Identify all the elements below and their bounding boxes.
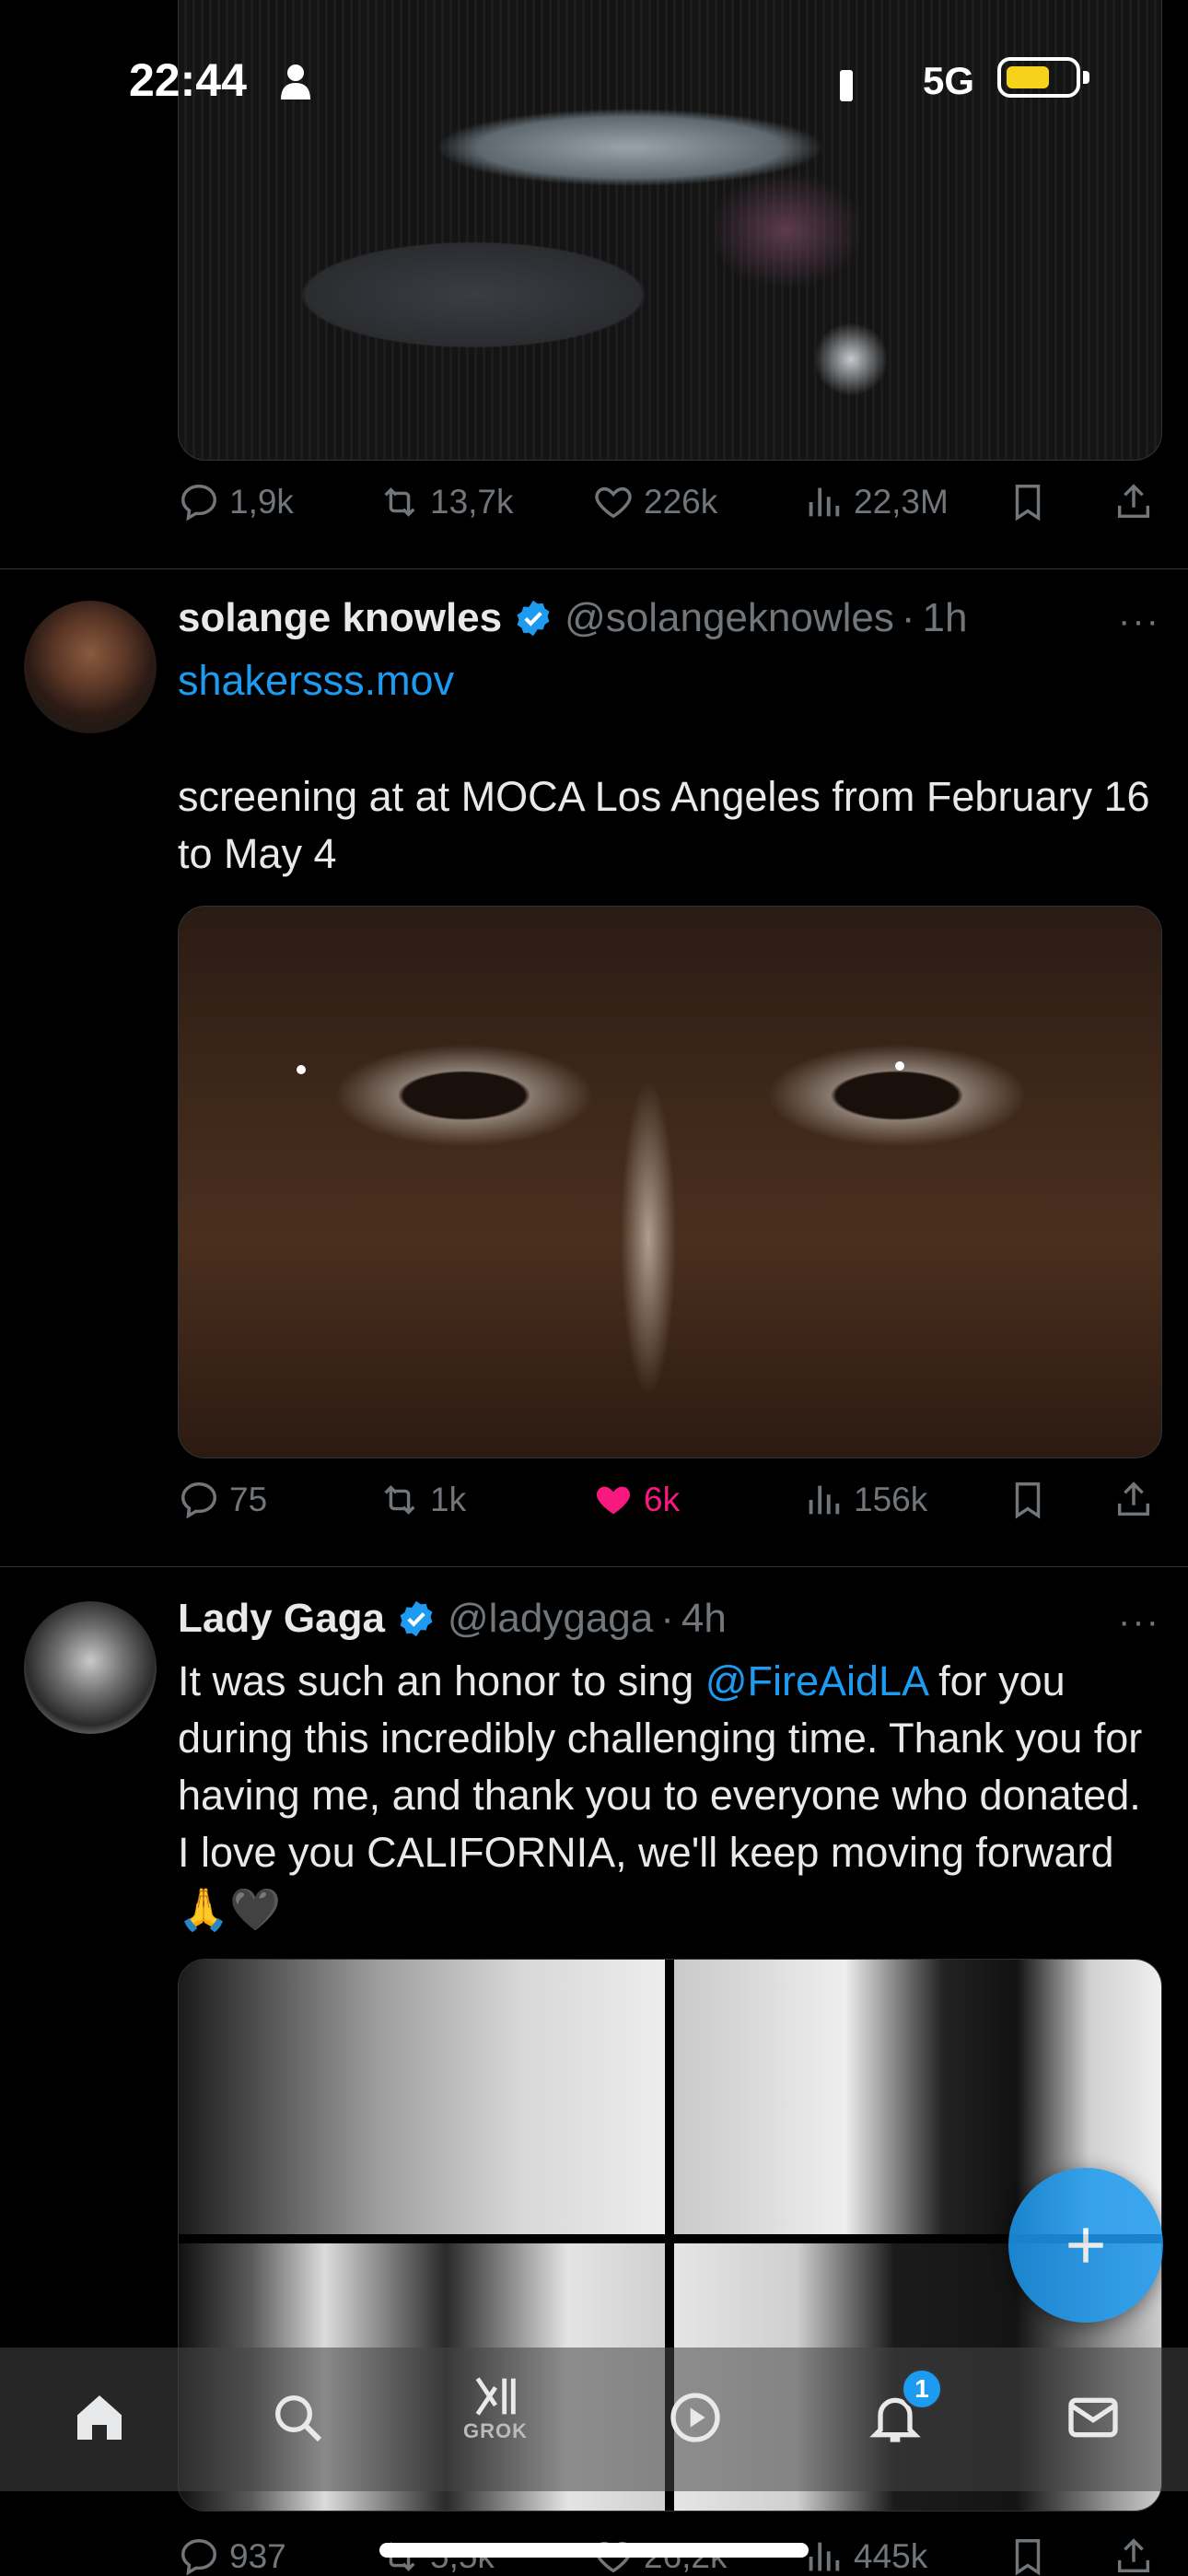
views-button[interactable]: 156k bbox=[802, 1479, 927, 1521]
post-time[interactable]: 4h bbox=[681, 1596, 727, 1642]
avatar[interactable] bbox=[24, 601, 157, 733]
home-indicator[interactable] bbox=[379, 2543, 809, 2558]
tweet-media-image[interactable] bbox=[178, 906, 1162, 1458]
reply-button[interactable]: 75 bbox=[178, 1479, 267, 1521]
tweet-header: Lady Gaga @ladygaga · 4h bbox=[178, 1596, 727, 1642]
nav-home[interactable] bbox=[63, 2381, 136, 2454]
author-handle[interactable]: @solangeknowles bbox=[565, 595, 894, 641]
views-button[interactable]: 445k bbox=[802, 2535, 927, 2576]
views-button[interactable]: 22,3M bbox=[802, 481, 949, 523]
share-button[interactable] bbox=[1112, 2535, 1155, 2576]
retweet-button[interactable]: 13,7k bbox=[379, 481, 514, 523]
like-count: 226k bbox=[644, 483, 718, 521]
author-name[interactable]: solange knowles bbox=[178, 595, 502, 641]
home-icon bbox=[77, 2395, 122, 2440]
reply-count: 75 bbox=[229, 1481, 268, 1518]
views-count: 445k bbox=[854, 2537, 928, 2575]
more-options-icon[interactable]: ··· bbox=[1118, 1601, 1160, 1643]
retweet-icon bbox=[384, 487, 415, 517]
like-button[interactable]: 6k bbox=[592, 1479, 680, 1521]
tweet-header: solange knowles @solangeknowles · 1h bbox=[178, 595, 967, 641]
mail-icon bbox=[1068, 2397, 1118, 2438]
share-button[interactable] bbox=[1112, 481, 1155, 523]
bottom-navigation: GROK 1 bbox=[0, 2348, 1188, 2491]
share-icon bbox=[1117, 2538, 1150, 2573]
reply-button[interactable]: 1,9k bbox=[178, 481, 294, 523]
heart-icon bbox=[595, 486, 632, 519]
separator: · bbox=[901, 595, 915, 640]
heart-filled-icon bbox=[596, 1486, 631, 1515]
plus-icon bbox=[1068, 2228, 1103, 2263]
bookmark-icon bbox=[1015, 1482, 1041, 1519]
retweet-count: 13,7k bbox=[430, 483, 514, 521]
author-name[interactable]: Lady Gaga bbox=[178, 1596, 385, 1642]
reply-icon bbox=[181, 2539, 216, 2576]
views-icon bbox=[809, 1485, 840, 1515]
verified-badge-icon bbox=[400, 1600, 433, 1637]
views-count: 156k bbox=[854, 1481, 928, 1518]
more-options-icon[interactable]: ··· bbox=[1118, 601, 1160, 642]
share-icon bbox=[1117, 1481, 1150, 1516]
grok-label: GROK bbox=[463, 2419, 528, 2442]
retweet-icon bbox=[384, 1485, 415, 1515]
compose-button[interactable] bbox=[1008, 2168, 1163, 2323]
mention-link[interactable]: @FireAidLA bbox=[705, 1657, 927, 1704]
author-handle[interactable]: @ladygaga bbox=[448, 1596, 653, 1642]
tweet-actions: 1,9k 13,7k 226k 22,3M bbox=[178, 481, 1163, 536]
retweet-count: 1k bbox=[430, 1481, 467, 1518]
reply-button[interactable]: 937 bbox=[178, 2535, 286, 2576]
retweet-button[interactable]: 1k bbox=[379, 1479, 466, 1521]
reply-count: 1,9k bbox=[229, 483, 294, 521]
bookmark-button[interactable] bbox=[1007, 481, 1049, 523]
views-count: 22,3M bbox=[854, 483, 949, 521]
video-icon bbox=[670, 2393, 720, 2442]
share-icon bbox=[1117, 484, 1150, 519]
verified-badge-icon bbox=[517, 600, 550, 637]
views-icon bbox=[809, 2542, 840, 2571]
bookmark-button[interactable] bbox=[1007, 1479, 1049, 1521]
reply-count: 937 bbox=[229, 2537, 286, 2575]
post-time[interactable]: 1h bbox=[923, 595, 968, 641]
tweet-divider bbox=[0, 568, 1188, 569]
tweet-media-image[interactable] bbox=[179, 1960, 665, 2234]
reply-icon bbox=[181, 1482, 216, 1519]
reply-icon bbox=[181, 485, 216, 521]
tweet-actions: 75 1k 6k 156k bbox=[178, 1479, 1163, 1534]
nav-video[interactable] bbox=[658, 2381, 732, 2454]
tweet-text: screening at at MOCA Los Angeles from Fe… bbox=[178, 773, 1150, 877]
tweet-divider bbox=[0, 1566, 1188, 1567]
bookmark-button[interactable] bbox=[1007, 2535, 1049, 2576]
tweet-link[interactable]: shakersss.mov bbox=[178, 652, 1163, 709]
avatar[interactable] bbox=[24, 1601, 157, 1734]
separator: · bbox=[660, 1596, 674, 1641]
tweet-media-image[interactable] bbox=[178, 0, 1162, 461]
like-button[interactable]: 226k bbox=[592, 481, 717, 523]
tweet-text: It was such an honor to sing @FireAidLA … bbox=[178, 1657, 1143, 1933]
nav-messages[interactable] bbox=[1056, 2381, 1130, 2454]
share-button[interactable] bbox=[1112, 1479, 1155, 1521]
nav-grok[interactable]: GROK bbox=[459, 2370, 532, 2443]
bookmark-icon bbox=[1015, 2539, 1041, 2576]
bookmark-icon bbox=[1015, 485, 1041, 521]
search-icon bbox=[275, 2395, 322, 2442]
views-icon bbox=[809, 487, 840, 517]
nav-search[interactable] bbox=[261, 2381, 334, 2454]
grok-icon bbox=[475, 2377, 516, 2416]
like-count: 6k bbox=[644, 1481, 681, 1518]
notification-badge: 1 bbox=[901, 2368, 943, 2410]
